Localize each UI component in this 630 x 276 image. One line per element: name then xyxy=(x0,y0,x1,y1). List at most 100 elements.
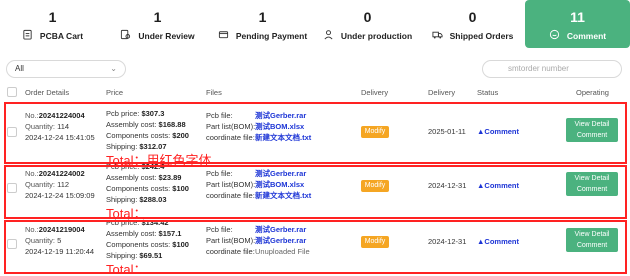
coordinate-file-link[interactable]: 新建文本文档.txt xyxy=(255,191,311,200)
tab-under-production[interactable]: 0 Under production xyxy=(315,0,420,48)
view-detail-label: View Detail xyxy=(574,231,610,238)
col-delivery-date: Delivery xyxy=(428,88,456,97)
tab-pending-payment[interactable]: 1 Pending Payment xyxy=(210,0,315,48)
components-cost: $100 xyxy=(172,184,189,193)
components-cost-label: Components costs: xyxy=(106,240,171,249)
view-detail-comment-button[interactable]: View Detail Comment xyxy=(566,172,618,196)
col-order-details: Order Details xyxy=(25,88,70,97)
price-details: Pcb price: $134.42 Assembly cost: $157.1… xyxy=(106,217,189,261)
pcb-price-label: Pcb price: xyxy=(106,218,140,227)
delivery-date: 2025-01-11 xyxy=(428,127,466,136)
coordinate-file-label: coordinate file: xyxy=(206,191,255,200)
tab-shipped-orders[interactable]: 0 Shipped Orders xyxy=(420,0,525,48)
pcb-file-link[interactable]: 测试Gerber.rar xyxy=(255,225,306,234)
tab-count: 1 xyxy=(153,9,162,25)
comment-icon xyxy=(549,27,560,45)
bom-file-label: Part list(BOM): xyxy=(206,180,256,189)
bom-file-label: Part list(BOM): xyxy=(206,236,256,245)
tab-pcba-cart[interactable]: 1 PCBA Cart xyxy=(0,0,105,48)
comment-status-link[interactable]: ▲Comment xyxy=(477,237,519,246)
tab-comment[interactable]: 11 Comment xyxy=(525,0,630,48)
coordinate-file-link[interactable]: 新建文本文档.txt xyxy=(255,133,311,142)
worker-icon xyxy=(323,27,334,45)
order-no: 20241224002 xyxy=(38,169,85,178)
quantity-label: Quantity: xyxy=(25,180,56,189)
tab-label: Comment xyxy=(566,31,607,41)
chevron-down-icon: ⌄ xyxy=(110,64,117,73)
bom-file-link[interactable]: 测试BOM.xlsx xyxy=(255,180,304,189)
order-no: 20241219004 xyxy=(38,225,85,234)
tab-count: 1 xyxy=(48,9,57,25)
tab-label: Shipped Orders xyxy=(449,31,514,41)
view-detail-comment-button[interactable]: View Detail Comment xyxy=(566,118,618,142)
col-delivery: Delivery xyxy=(361,88,389,97)
price-details: Pcb price: $307.3 Assembly cost: $168.88… xyxy=(106,108,189,152)
order-details: No.:20241224004 Quantity: 114 2024-12-24… xyxy=(25,110,95,143)
pcb-price-label: Pcb price: xyxy=(106,109,140,118)
quantity-label: Quantity: xyxy=(25,236,56,245)
view-detail-label: View Detail xyxy=(574,175,610,182)
table-row: No.:20241219004 Quantity: 5 2024-12-19 1… xyxy=(0,216,630,276)
components-cost: $100 xyxy=(172,240,189,249)
assembly-cost-label: Assembly cost: xyxy=(106,229,157,238)
search-input[interactable]: smtorder number xyxy=(482,60,622,78)
components-cost-label: Components costs: xyxy=(106,184,171,193)
price-details: Pcb price: $242.4 Assembly cost: $23.89 … xyxy=(106,161,189,205)
modify-button[interactable]: Modify xyxy=(361,180,389,192)
tab-label: PCBA Cart xyxy=(39,31,84,41)
pcb-price: $307.3 xyxy=(141,109,165,118)
files-details: Pcb file: 测试Gerber.rar Part list(BOM):测试B… xyxy=(206,110,311,143)
assembly-cost-label: Assembly cost: xyxy=(106,173,157,182)
bom-file-link[interactable]: 测试Gerber.rar xyxy=(255,236,306,245)
quantity-label: Quantity: xyxy=(25,122,56,131)
filter-value: All xyxy=(15,64,24,73)
pcb-file-label: Pcb file: xyxy=(206,225,233,234)
order-no-label: No.: xyxy=(25,225,39,234)
order-no: 20241224004 xyxy=(38,111,85,120)
table-row: No.:20241224002 Quantity: 112 2024-12-24… xyxy=(0,160,630,220)
tab-count: 0 xyxy=(468,9,477,25)
row-checkbox[interactable] xyxy=(7,127,17,137)
truck-icon xyxy=(432,27,443,45)
tab-label: Under production xyxy=(340,31,413,41)
view-detail-comment-button[interactable]: View Detail Comment xyxy=(566,228,618,252)
col-price: Price xyxy=(106,88,124,97)
quantity: 112 xyxy=(57,180,70,189)
bom-file-link[interactable]: 测试BOM.xlsx xyxy=(255,122,304,131)
row-checkbox[interactable] xyxy=(7,183,17,193)
row-checkbox[interactable] xyxy=(7,239,17,249)
coordinate-file-label: coordinate file: xyxy=(206,133,255,142)
view-comment-label: Comment xyxy=(576,242,608,249)
components-cost: $200 xyxy=(172,131,189,140)
order-status-tabs: 1 PCBA Cart 1 Under Review 1 Pending Pay… xyxy=(0,0,630,48)
assembly-cost-label: Assembly cost: xyxy=(106,120,157,129)
tab-count: 1 xyxy=(258,9,267,25)
select-all-checkbox[interactable] xyxy=(7,87,17,97)
quantity: 5 xyxy=(57,236,62,245)
review-icon xyxy=(120,27,131,45)
delivery-date: 2024-12-31 xyxy=(428,237,467,246)
modify-button[interactable]: Modify xyxy=(361,126,389,138)
quantity: 114 xyxy=(57,122,70,131)
pcb-file-label: Pcb file: xyxy=(206,111,233,120)
comment-status-link[interactable]: ▲Comment xyxy=(477,181,519,190)
table-row: No.:20241224004 Quantity: 114 2024-12-24… xyxy=(0,104,630,164)
pcb-file-label: Pcb file: xyxy=(206,169,233,178)
components-cost-label: Components costs: xyxy=(106,131,171,140)
modify-button[interactable]: Modify xyxy=(361,236,389,248)
col-operating: Operating xyxy=(576,88,609,97)
order-details: No.:20241219004 Quantity: 5 2024-12-19 1… xyxy=(25,224,94,257)
col-files: Files xyxy=(206,88,222,97)
status-filter-select[interactable]: All ⌄ xyxy=(6,60,126,78)
view-comment-label: Comment xyxy=(576,186,608,193)
pcb-file-link[interactable]: 测试Gerber.rar xyxy=(255,169,306,178)
payment-icon xyxy=(218,27,229,45)
delivery-date: 2024-12-31 xyxy=(428,181,467,190)
comment-status-link[interactable]: ▲Comment xyxy=(477,127,519,136)
order-datetime: 2024-12-24 15:41:05 xyxy=(25,133,95,142)
order-datetime: 2024-12-19 11:20:44 xyxy=(25,247,95,256)
tab-under-review[interactable]: 1 Under Review xyxy=(105,0,210,48)
assembly-cost: $23.89 xyxy=(158,173,182,182)
pcb-file-link[interactable]: 测试Gerber.rar xyxy=(255,111,306,120)
tab-count: 0 xyxy=(363,9,372,25)
